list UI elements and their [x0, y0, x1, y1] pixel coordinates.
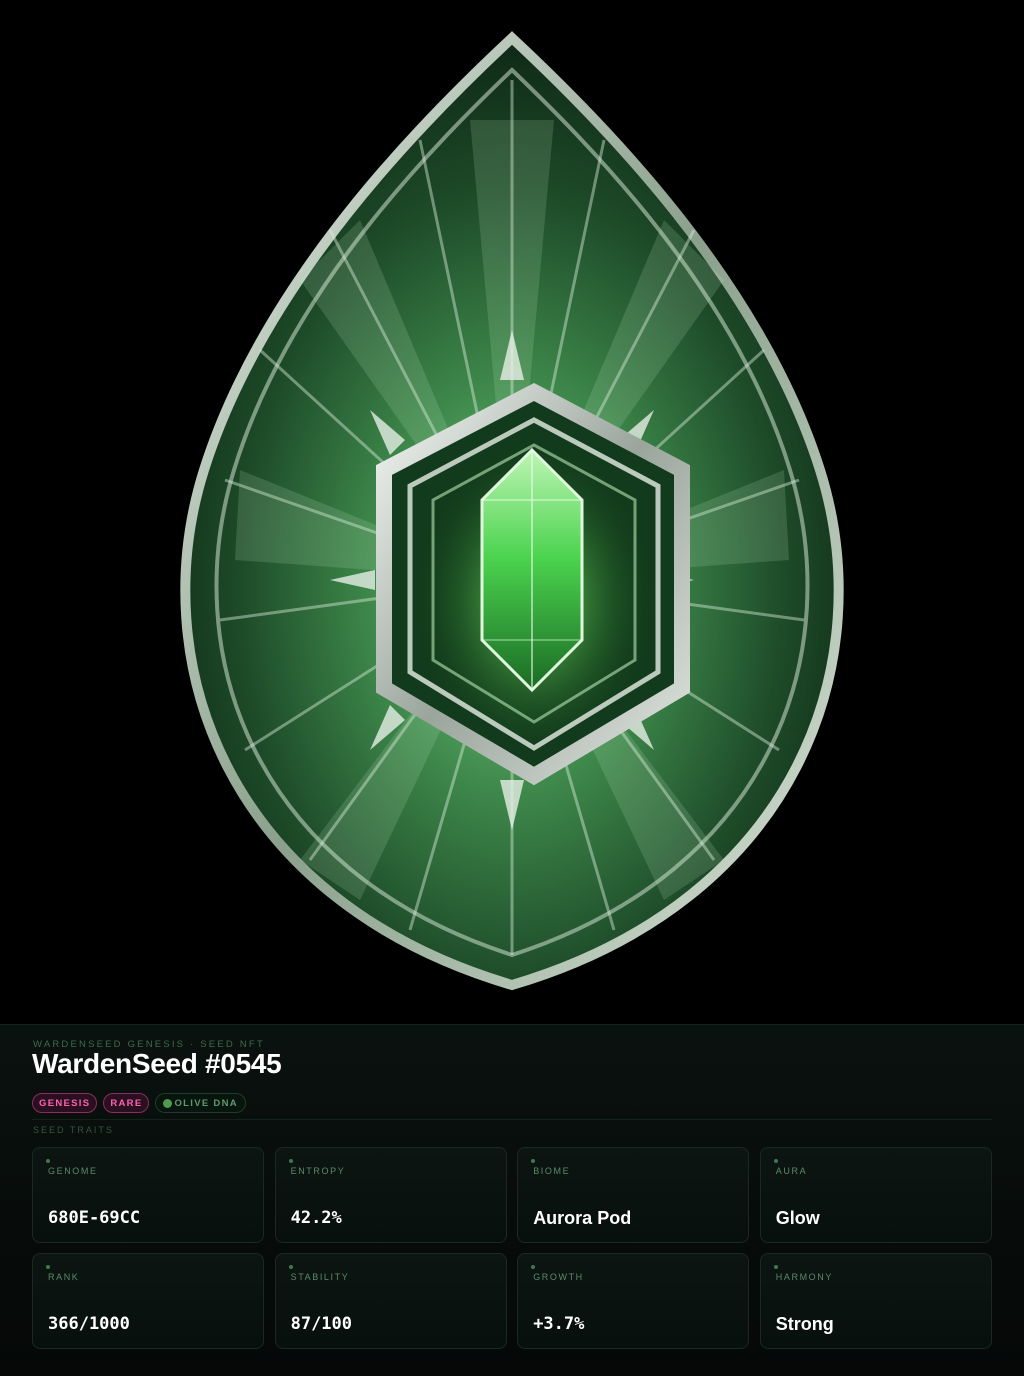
green-dot-icon — [288, 1159, 293, 1163]
emerald-seed-gem-image — [180, 31, 844, 991]
dna-badge: OLIVE DNA — [155, 1093, 246, 1113]
trait-card-entropy: ENTROPY 42.2% — [274, 1147, 507, 1243]
seed-info-panel: WARDENSEED GENESIS · SEED NFT WardenSeed… — [0, 1024, 1024, 1376]
trait-label: GENOME — [48, 1166, 98, 1176]
green-dot-icon — [773, 1265, 778, 1269]
divider — [32, 1119, 992, 1120]
trait-card-growth: GROWTH +3.7% — [517, 1253, 750, 1349]
trait-label: AURA — [775, 1166, 808, 1176]
trait-label: HARMONY — [775, 1272, 833, 1282]
green-dot-icon — [288, 1265, 293, 1269]
trait-value: 680E-69CC — [48, 1208, 141, 1228]
traits-grid: GENOME 680E-69CC ENTROPY 42.2% BIOME Aur… — [32, 1147, 992, 1349]
trait-card-stability: STABILITY 87/100 — [274, 1253, 507, 1349]
trait-card-biome: BIOME Aurora Pod — [517, 1147, 750, 1243]
trait-value: 42.2% — [290, 1208, 342, 1228]
green-dot-icon — [531, 1159, 536, 1163]
trait-value: 366/1000 — [48, 1314, 130, 1334]
nft-title: WardenSeed #0545 — [32, 1048, 282, 1079]
genesis-badge: GENESIS — [32, 1093, 98, 1113]
trait-value: Strong — [775, 1314, 834, 1334]
trait-value: 87/100 — [290, 1314, 353, 1334]
green-dot-icon — [773, 1159, 778, 1163]
traits-section-label: SEED TRAITS — [33, 1125, 114, 1135]
trait-card-aura: AURA Glow — [759, 1147, 992, 1243]
rarity-badge: RARE — [103, 1093, 150, 1113]
seed-artwork — [0, 0, 1024, 1024]
trait-label: STABILITY — [290, 1272, 350, 1282]
trait-label: ENTROPY — [290, 1166, 346, 1176]
trait-value: +3.7% — [533, 1314, 585, 1334]
trait-label: RANK — [48, 1272, 80, 1282]
trait-value: Aurora Pod — [533, 1208, 632, 1228]
green-dot-icon — [163, 1099, 173, 1108]
green-dot-icon — [46, 1159, 50, 1163]
trait-label: BIOME — [533, 1166, 571, 1176]
green-dot-icon — [531, 1265, 536, 1269]
badge-row: GENESIS RARE OLIVE DNA — [32, 1093, 246, 1115]
trait-card-rank: RANK 366/1000 — [32, 1253, 264, 1349]
dna-badge-label: OLIVE DNA — [174, 1098, 238, 1109]
trait-value: Glow — [775, 1208, 820, 1228]
green-dot-icon — [46, 1265, 50, 1269]
trait-card-harmony: HARMONY Strong — [759, 1253, 992, 1349]
trait-card-genome: GENOME 680E-69CC — [32, 1147, 264, 1243]
trait-label: GROWTH — [533, 1272, 584, 1282]
